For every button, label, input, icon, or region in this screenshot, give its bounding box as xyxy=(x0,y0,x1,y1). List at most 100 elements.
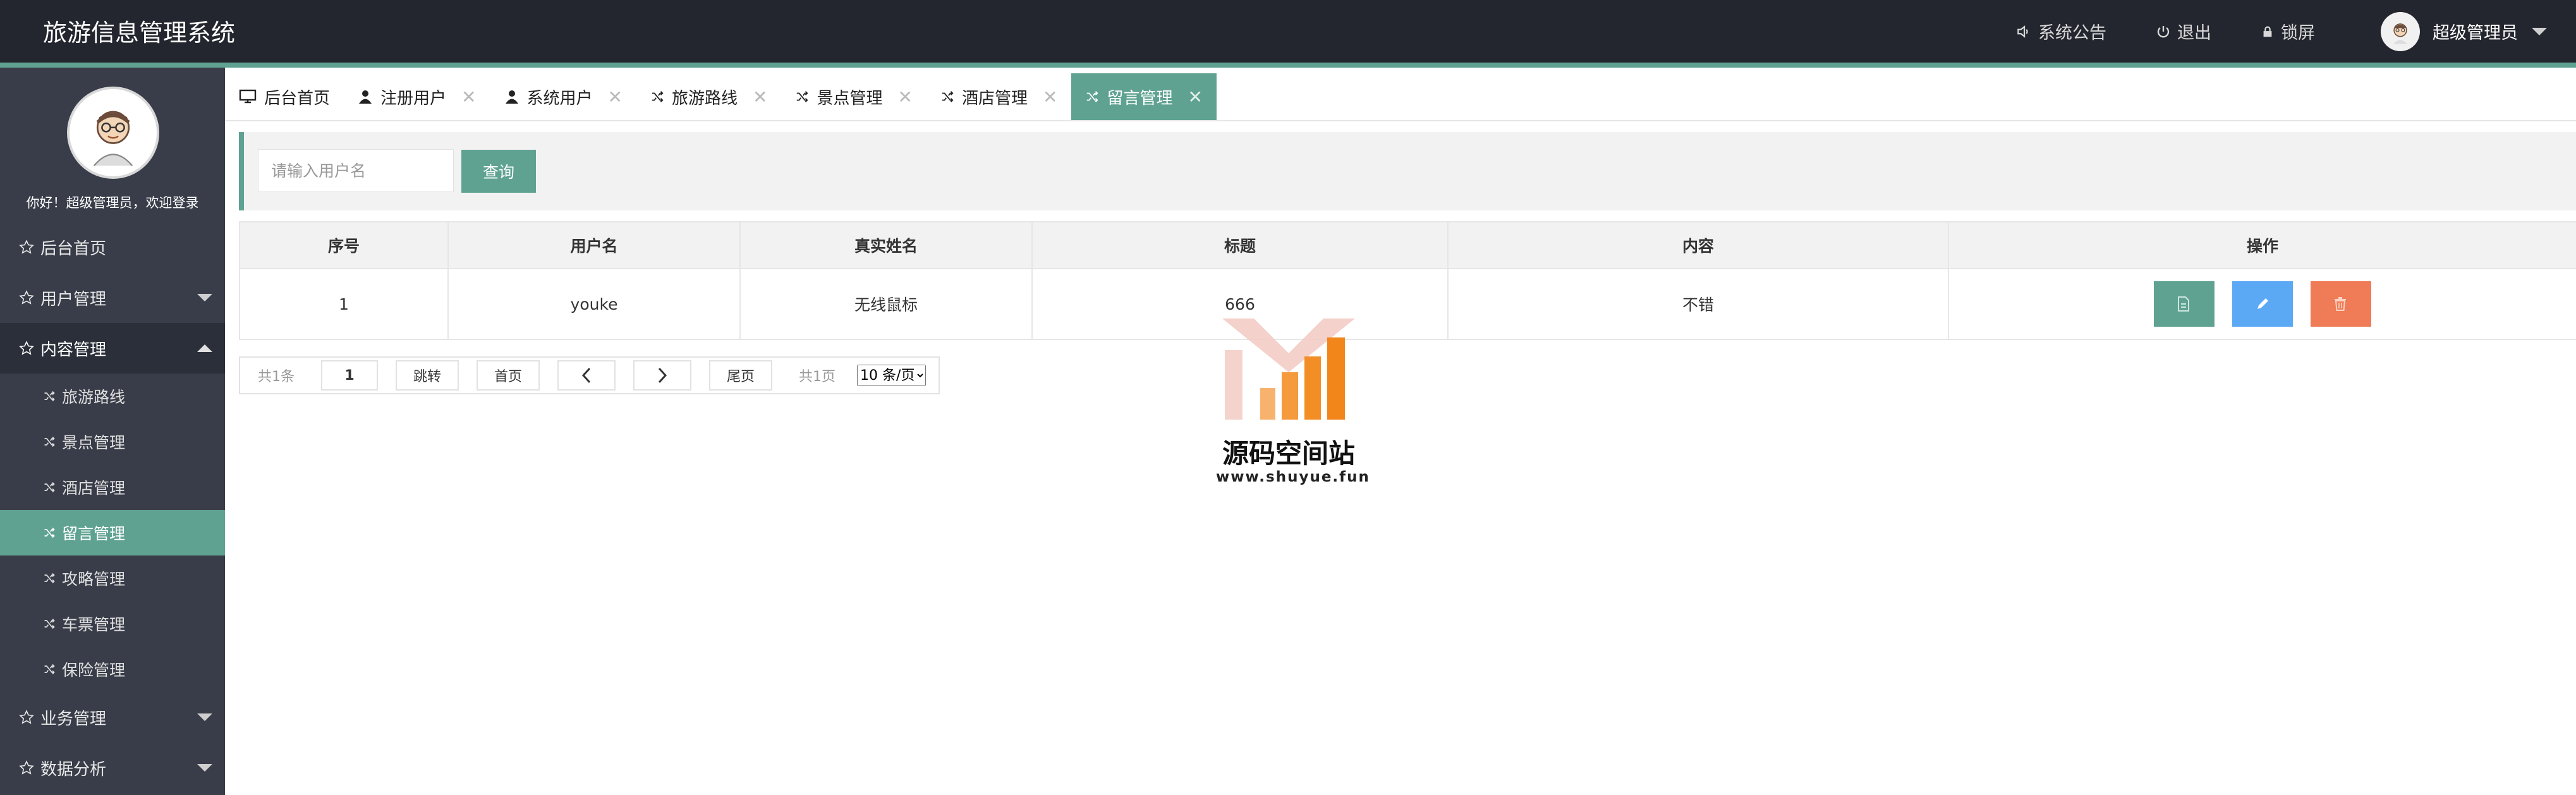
column-header-real-name: 真实姓名 xyxy=(739,221,1033,269)
tab-dashboard[interactable]: 后台首页 xyxy=(225,73,344,120)
lock-label: 锁屏 xyxy=(2281,23,2315,43)
user-icon xyxy=(505,90,518,104)
user-avatar-icon xyxy=(2393,23,2407,44)
edit-button[interactable] xyxy=(2232,281,2293,327)
shuffle-icon xyxy=(1087,91,1098,102)
shuffle-icon xyxy=(652,91,664,102)
sidebar-item-label: 后台首页 xyxy=(40,239,107,258)
sidebar-item-content-management[interactable]: 内容管理 xyxy=(0,323,225,373)
tab-label: 旅游路线 xyxy=(671,88,738,108)
sidebar-subitem-attractions[interactable]: 景点管理 xyxy=(0,419,225,464)
tab-attractions[interactable]: 景点管理 ✕ xyxy=(781,73,926,120)
lock-screen-button[interactable]: 锁屏 xyxy=(2261,19,2315,44)
tab-messages[interactable]: 留言管理 ✕ xyxy=(1071,73,1217,120)
star-outline-icon xyxy=(19,341,34,355)
jump-button[interactable]: 跳转 xyxy=(396,360,459,391)
shuffle-icon xyxy=(44,527,55,538)
username-search-input[interactable] xyxy=(258,149,454,192)
user-name: 超级管理员 xyxy=(2433,23,2518,43)
delete-button[interactable] xyxy=(2310,281,2371,327)
top-bar: 旅游信息管理系统 系统公告 退出 锁屏 超级管理员 xyxy=(0,0,2576,68)
sidebar-item-label: 保险管理 xyxy=(62,661,126,679)
sidebar-item-label: 车票管理 xyxy=(62,616,126,634)
tab-registered-users[interactable]: 注册用户 ✕ xyxy=(344,73,490,120)
column-header-title: 标题 xyxy=(1031,221,1449,269)
close-icon[interactable]: ✕ xyxy=(1188,87,1202,107)
close-icon[interactable]: ✕ xyxy=(461,87,476,107)
speaker-icon xyxy=(2017,25,2028,38)
sidebar: 你好！超级管理员，欢迎登录 后台首页 用户管理 内容管理 旅游路线 景点管理 酒… xyxy=(0,68,225,795)
announcement-button[interactable]: 系统公告 xyxy=(2015,19,2106,44)
watermark-title: 源码空间站 xyxy=(1222,438,1355,469)
shuffle-icon xyxy=(44,664,55,675)
avatar xyxy=(2381,11,2420,51)
chevron-up-icon xyxy=(197,344,212,352)
column-header-content: 内容 xyxy=(1447,221,1949,269)
tab-label: 后台首页 xyxy=(264,88,331,108)
document-icon xyxy=(2178,296,2190,312)
total-pages-count: 共1页 xyxy=(799,369,836,385)
search-button[interactable]: 查询 xyxy=(461,150,536,193)
sidebar-item-home[interactable]: 后台首页 xyxy=(0,222,225,272)
next-page-button[interactable] xyxy=(633,360,692,391)
sidebar-profile: 你好！超级管理员，欢迎登录 xyxy=(0,68,225,210)
search-panel: 查询 xyxy=(239,132,2576,210)
page-number-input[interactable]: 1 xyxy=(321,360,378,391)
sidebar-subitem-travel-routes[interactable]: 旅游路线 xyxy=(0,373,225,419)
sidebar-item-data-analysis[interactable]: 数据分析 xyxy=(0,743,225,793)
sidebar-item-label: 留言管理 xyxy=(62,525,126,543)
message-table: 序号 用户名 真实姓名 标题 内容 操作 1 youke 无线鼠标 666 不错 xyxy=(239,221,2576,340)
sidebar-subitem-messages[interactable]: 留言管理 xyxy=(0,510,225,555)
tab-label: 酒店管理 xyxy=(961,88,1028,108)
tab-travel-routes[interactable]: 旅游路线 ✕ xyxy=(636,73,781,120)
watermark-url: www.shuyue.fun xyxy=(1216,469,1370,485)
sidebar-item-label: 数据分析 xyxy=(40,760,107,779)
tab-bar: 后台首页 注册用户 ✕ 系统用户 ✕ 旅游路线 ✕ 景点管理 ✕ 酒店管理 ✕ … xyxy=(225,73,2576,121)
close-icon[interactable]: ✕ xyxy=(897,87,912,107)
logout-button[interactable]: 退出 xyxy=(2156,19,2211,44)
close-icon[interactable]: ✕ xyxy=(1043,87,1057,107)
sidebar-item-label: 用户管理 xyxy=(40,289,107,309)
sidebar-subitem-insurance[interactable]: 保险管理 xyxy=(0,646,225,692)
sidebar-item-user-management[interactable]: 用户管理 xyxy=(0,272,225,323)
first-page-button[interactable]: 首页 xyxy=(477,360,540,391)
column-header-index: 序号 xyxy=(239,221,449,269)
cell-username: youke xyxy=(447,268,741,340)
chevron-down-icon xyxy=(197,764,212,772)
tab-hotels[interactable]: 酒店管理 ✕ xyxy=(927,73,1071,120)
logout-label: 退出 xyxy=(2177,23,2211,43)
sidebar-subitem-guides[interactable]: 攻略管理 xyxy=(0,555,225,601)
sidebar-subitem-hotels[interactable]: 酒店管理 xyxy=(0,464,225,510)
watermark-logo-icon xyxy=(1222,319,1355,420)
chevron-down-icon xyxy=(2532,27,2547,35)
shuffle-icon xyxy=(44,573,55,584)
chevron-left-icon xyxy=(582,367,591,384)
monitor-icon xyxy=(239,89,257,104)
column-header-actions: 操作 xyxy=(1948,221,2576,269)
sidebar-subitem-tickets[interactable]: 车票管理 xyxy=(0,601,225,646)
cell-actions xyxy=(1948,268,2576,340)
close-icon[interactable]: ✕ xyxy=(753,87,767,107)
sidebar-item-label: 酒店管理 xyxy=(62,479,126,497)
prev-page-button[interactable] xyxy=(557,360,616,391)
sidebar-item-label: 攻略管理 xyxy=(62,570,126,588)
sidebar-item-label: 内容管理 xyxy=(40,340,107,360)
tab-label: 景点管理 xyxy=(817,88,883,108)
sidebar-nav: 后台首页 用户管理 内容管理 旅游路线 景点管理 酒店管理 留言管理 攻略管理 … xyxy=(0,222,225,793)
view-button[interactable] xyxy=(2154,281,2215,327)
shuffle-icon xyxy=(44,436,55,447)
last-page-button[interactable]: 尾页 xyxy=(709,360,773,391)
chevron-right-icon xyxy=(658,367,667,384)
close-icon[interactable]: ✕ xyxy=(608,87,623,107)
page-size-select[interactable]: 10 条/页 xyxy=(857,365,927,386)
user-menu[interactable]: 超级管理员 xyxy=(2381,11,2547,51)
lock-icon xyxy=(2263,26,2272,37)
sidebar-item-business-management[interactable]: 业务管理 xyxy=(0,692,225,743)
star-outline-icon xyxy=(19,710,34,724)
total-items-count: 共1条 xyxy=(258,369,295,385)
tab-system-users[interactable]: 系统用户 ✕ xyxy=(490,73,636,120)
shuffle-icon xyxy=(44,482,55,493)
chevron-down-icon xyxy=(197,713,212,721)
sidebar-item-label: 业务管理 xyxy=(40,709,107,729)
top-actions: 系统公告 退出 锁屏 超级管理员 xyxy=(1966,0,2547,63)
